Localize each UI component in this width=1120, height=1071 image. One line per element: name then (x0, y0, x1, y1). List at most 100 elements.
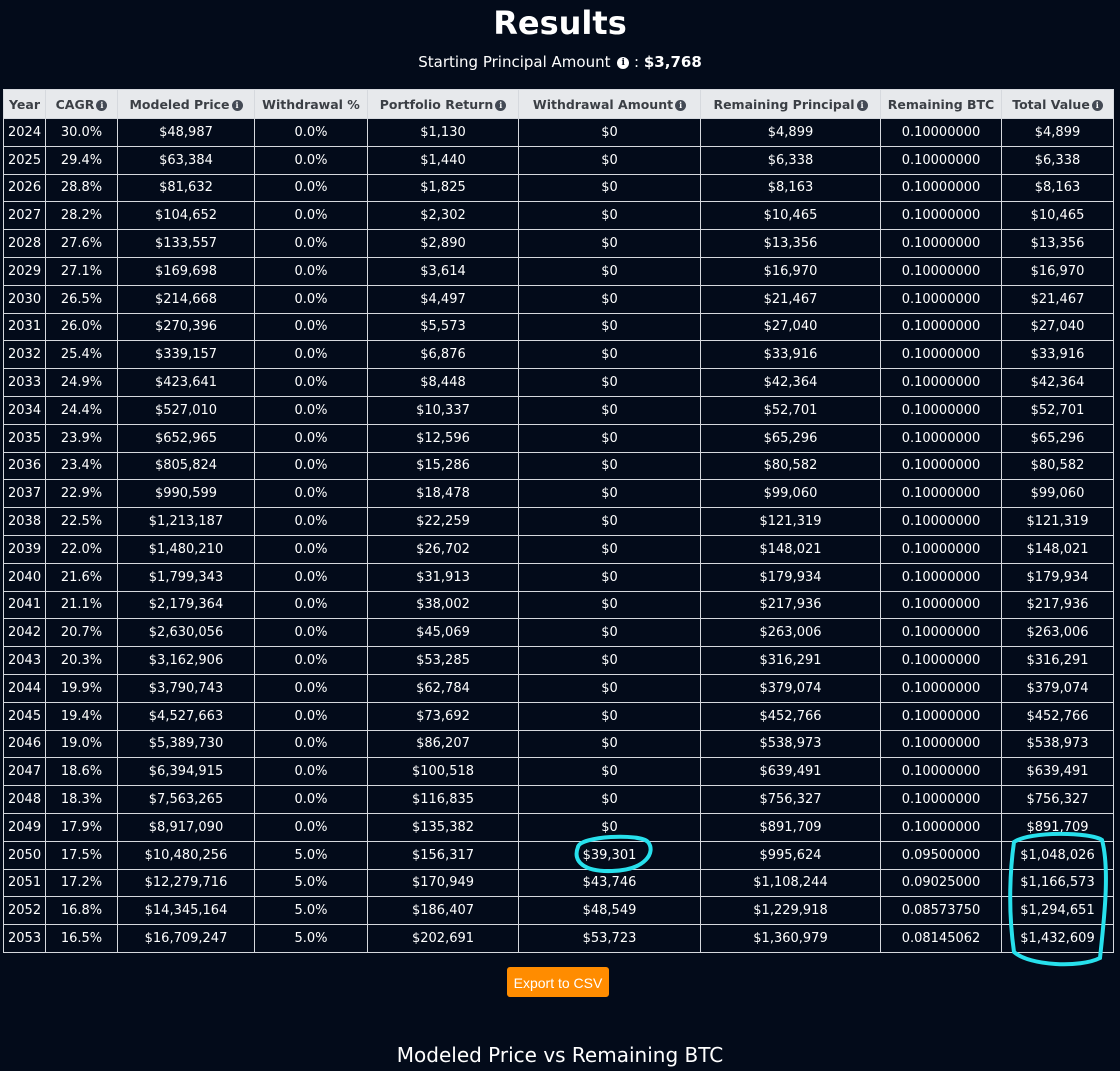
cell-withdrawal-pct: 0.0% (254, 201, 368, 231)
cell-remaining-principal: $1,229,918 (700, 896, 881, 926)
column-header-label: CAGR (55, 96, 95, 112)
cell-total-value: $21,467 (1001, 284, 1114, 314)
info-icon[interactable]: i (1091, 99, 1103, 111)
cell-year: 2035 (3, 423, 46, 453)
cell-withdrawal-pct: 5.0% (254, 868, 368, 898)
cell-withdrawal-pct: 0.0% (254, 534, 368, 564)
cell-withdrawal-amount: $0 (518, 646, 701, 675)
cell-remaining-btc: 0.08573750 (880, 896, 1002, 926)
cell-remaining-btc: 0.10000000 (880, 618, 1002, 648)
cell-year: 2039 (3, 534, 46, 564)
cell-year: 2041 (3, 590, 46, 620)
cell-modeled-price: $805,824 (117, 451, 255, 481)
info-icon[interactable]: i (495, 99, 507, 111)
column-header-label: Withdrawal Amount (532, 96, 674, 112)
cell-withdrawal-pct: 5.0% (254, 924, 368, 953)
column-header-label: Year (9, 96, 40, 112)
cell-modeled-price: $6,394,915 (117, 757, 255, 787)
cell-withdrawal-amount: $53,723 (518, 924, 701, 953)
info-icon[interactable]: i (96, 99, 108, 111)
cell-portfolio-return: $186,407 (367, 896, 519, 926)
cell-remaining-btc: 0.08145062 (880, 924, 1002, 953)
cell-remaining-principal: $995,624 (700, 840, 881, 870)
cell-portfolio-return: $12,596 (367, 423, 519, 453)
cell-portfolio-return: $26,702 (367, 534, 519, 564)
column-header-withdrawal-amount: Withdrawal Amount i (518, 89, 701, 119)
cell-withdrawal-amount: $0 (518, 340, 701, 370)
info-icon[interactable]: i (675, 99, 687, 111)
cell-modeled-price: $990,599 (117, 479, 255, 509)
cell-modeled-price: $339,157 (117, 340, 255, 370)
info-icon[interactable]: i (231, 99, 243, 111)
cell-withdrawal-pct: 5.0% (254, 840, 368, 870)
cell-portfolio-return: $170,949 (367, 868, 519, 898)
cell-year: 2024 (3, 118, 46, 147)
cell-cagr: 19.4% (45, 701, 118, 731)
cell-remaining-btc: 0.10000000 (880, 118, 1002, 147)
cell-cagr: 18.6% (45, 757, 118, 787)
cell-remaining-btc: 0.10000000 (880, 368, 1002, 397)
cell-remaining-principal: $33,916 (700, 340, 881, 370)
cell-modeled-price: $133,557 (117, 229, 255, 258)
cell-portfolio-return: $116,835 (367, 785, 519, 814)
column-header-modeled-price: Modeled Price i (117, 89, 255, 119)
cell-modeled-price: $104,652 (117, 201, 255, 231)
cell-remaining-principal: $42,364 (700, 368, 881, 397)
cell-year: 2027 (3, 201, 46, 231)
info-icon[interactable]: i (617, 56, 630, 69)
cell-remaining-btc: 0.10000000 (880, 256, 1002, 286)
table-row: 2043 20.3% $3,162,906 0.0% $53,285 $0 $316,291… (3, 646, 1114, 675)
cell-cagr: 17.2% (45, 868, 118, 898)
cell-withdrawal-amount: $0 (518, 173, 701, 203)
cell-remaining-btc: 0.10000000 (880, 479, 1002, 509)
cell-withdrawal-amount: $0 (518, 701, 701, 731)
export-csv-button[interactable]: Export to CSV (507, 967, 609, 997)
cell-withdrawal-amount: $0 (518, 507, 701, 536)
cell-portfolio-return: $202,691 (367, 924, 519, 953)
cell-withdrawal-amount: $0 (518, 785, 701, 814)
table-row: 2049 17.9% $8,917,090 0.0% $135,382 $0 $891,70… (3, 812, 1114, 842)
column-header-label: Modeled Price (129, 96, 230, 112)
cell-remaining-principal: $99,060 (700, 479, 881, 509)
cell-portfolio-return: $18,478 (367, 479, 519, 509)
info-icon[interactable]: i (856, 99, 868, 111)
cell-modeled-price: $63,384 (117, 145, 255, 175)
cell-portfolio-return: $6,876 (367, 340, 519, 370)
cell-withdrawal-amount: $0 (518, 757, 701, 787)
cell-year: 2033 (3, 368, 46, 397)
cell-total-value: $639,491 (1001, 757, 1114, 787)
cell-year: 2037 (3, 479, 46, 509)
table-row: 2053 16.5% $16,709,247 5.0% $202,691 $53,723 $… (3, 924, 1114, 953)
table-row: 2026 28.8% $81,632 0.0% $1,825 $0 $8,163 0.1000… (3, 173, 1114, 203)
principal-label: Starting Principal Amount (418, 53, 611, 71)
principal-value: $3,768 (643, 53, 702, 71)
cell-portfolio-return: $10,337 (367, 395, 519, 425)
cell-withdrawal-amount: $48,549 (518, 896, 701, 926)
cell-modeled-price: $10,480,256 (117, 840, 255, 870)
cell-remaining-principal: $21,467 (700, 284, 881, 314)
cell-year: 2045 (3, 701, 46, 731)
table-row: 2050 17.5% $10,480,256 5.0% $156,317 $39,301 $… (3, 840, 1114, 870)
cell-modeled-price: $1,480,210 (117, 534, 255, 564)
cell-remaining-principal: $52,701 (700, 395, 881, 425)
cell-total-value: $538,973 (1001, 729, 1114, 759)
cell-cagr: 27.1% (45, 256, 118, 286)
cell-cagr: 30.0% (45, 118, 118, 147)
table-row: 2033 24.9% $423,641 0.0% $8,448 $0 $42,364 0.10… (3, 368, 1114, 397)
results-table: Year CAGR i Modeled Price i Withdrawal % Portf… (3, 89, 1114, 953)
cell-portfolio-return: $62,784 (367, 673, 519, 703)
cell-cagr: 19.0% (45, 729, 118, 759)
cell-modeled-price: $7,563,265 (117, 785, 255, 814)
cell-total-value: $1,048,026 (1001, 840, 1114, 870)
cell-cagr: 18.3% (45, 785, 118, 814)
cell-withdrawal-amount: $0 (518, 812, 701, 842)
cell-total-value: $99,060 (1001, 479, 1114, 509)
cell-year: 2048 (3, 785, 46, 814)
cell-year: 2028 (3, 229, 46, 258)
column-header-label: Portfolio Return (379, 96, 494, 112)
cell-modeled-price: $2,179,364 (117, 590, 255, 620)
cell-portfolio-return: $5,573 (367, 312, 519, 342)
cell-remaining-principal: $316,291 (700, 646, 881, 675)
cell-portfolio-return: $31,913 (367, 562, 519, 592)
cell-withdrawal-pct: 0.0% (254, 701, 368, 731)
